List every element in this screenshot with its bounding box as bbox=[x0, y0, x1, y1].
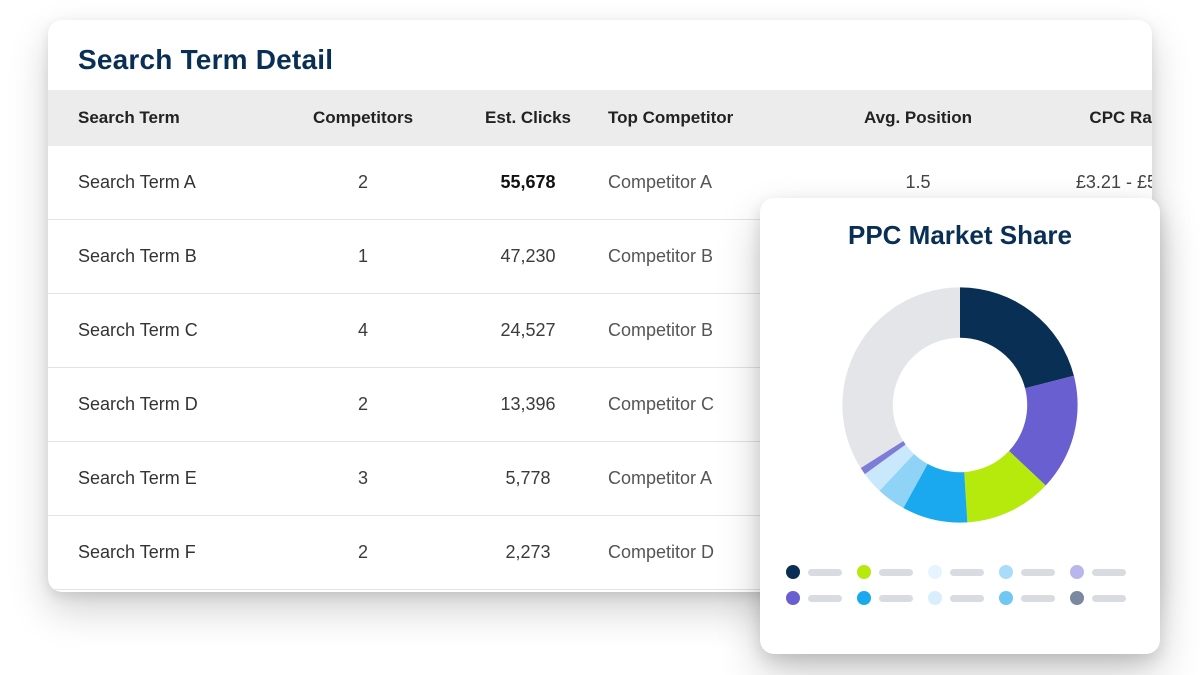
legend-swatch-icon bbox=[928, 591, 942, 605]
legend-label-placeholder bbox=[808, 569, 842, 576]
table-header-row: Search Term Competitors Est. Clicks Top … bbox=[48, 90, 1152, 146]
legend-label-placeholder bbox=[950, 595, 984, 602]
cell-competitors: 1 bbox=[278, 246, 448, 267]
cell-search-term: Search Term B bbox=[78, 246, 278, 267]
cell-search-term: Search Term D bbox=[78, 394, 278, 415]
legend-item[interactable] bbox=[1070, 565, 1134, 579]
ppc-market-share-card: PPC Market Share bbox=[760, 198, 1160, 654]
legend-item[interactable] bbox=[786, 591, 850, 605]
chart-legend bbox=[780, 565, 1140, 605]
legend-swatch-icon bbox=[928, 565, 942, 579]
legend-label-placeholder bbox=[1021, 595, 1055, 602]
col-header-competitors: Competitors bbox=[278, 108, 448, 128]
legend-label-placeholder bbox=[950, 569, 984, 576]
legend-item[interactable] bbox=[999, 565, 1063, 579]
cell-competitors: 2 bbox=[278, 542, 448, 563]
cell-search-term: Search Term A bbox=[78, 172, 278, 193]
cell-competitors: 2 bbox=[278, 394, 448, 415]
legend-swatch-icon bbox=[1070, 591, 1084, 605]
legend-label-placeholder bbox=[1092, 569, 1126, 576]
legend-swatch-icon bbox=[786, 591, 800, 605]
col-header-top-competitor: Top Competitor bbox=[608, 108, 828, 128]
cell-competitors: 3 bbox=[278, 468, 448, 489]
legend-swatch-icon bbox=[857, 565, 871, 579]
legend-label-placeholder bbox=[879, 595, 913, 602]
cell-est-clicks: 2,273 bbox=[448, 542, 608, 563]
cell-search-term: Search Term F bbox=[78, 542, 278, 563]
cell-competitors: 4 bbox=[278, 320, 448, 341]
legend-label-placeholder bbox=[1092, 595, 1126, 602]
donut-slice bbox=[960, 287, 1074, 388]
cell-est-clicks: 13,396 bbox=[448, 394, 608, 415]
cell-avg-position: 1.5 bbox=[828, 172, 1008, 193]
legend-label-placeholder bbox=[879, 569, 913, 576]
legend-swatch-icon bbox=[1070, 565, 1084, 579]
legend-item[interactable] bbox=[999, 591, 1063, 605]
cell-top-competitor: Competitor A bbox=[608, 172, 828, 193]
cell-est-clicks: 24,527 bbox=[448, 320, 608, 341]
legend-item[interactable] bbox=[928, 565, 992, 579]
cell-est-clicks: 55,678 bbox=[448, 172, 608, 193]
cell-search-term: Search Term C bbox=[78, 320, 278, 341]
col-header-avg-position: Avg. Position bbox=[828, 108, 1008, 128]
donut-slice bbox=[842, 287, 960, 468]
cell-search-term: Search Term E bbox=[78, 468, 278, 489]
legend-item[interactable] bbox=[857, 565, 921, 579]
legend-label-placeholder bbox=[808, 595, 842, 602]
legend-item[interactable] bbox=[857, 591, 921, 605]
legend-item[interactable] bbox=[1070, 591, 1134, 605]
legend-swatch-icon bbox=[857, 591, 871, 605]
legend-swatch-icon bbox=[999, 591, 1013, 605]
cell-est-clicks: 47,230 bbox=[448, 246, 608, 267]
legend-item[interactable] bbox=[928, 591, 992, 605]
donut-chart bbox=[820, 265, 1100, 545]
col-header-est-clicks: Est. Clicks bbox=[448, 108, 608, 128]
legend-swatch-icon bbox=[786, 565, 800, 579]
cell-est-clicks: 5,778 bbox=[448, 468, 608, 489]
legend-row bbox=[786, 591, 1134, 605]
legend-swatch-icon bbox=[999, 565, 1013, 579]
legend-item[interactable] bbox=[786, 565, 850, 579]
page-title: Search Term Detail bbox=[48, 44, 1152, 90]
col-header-cpc-range: CPC Range bbox=[1008, 108, 1152, 128]
legend-label-placeholder bbox=[1021, 569, 1055, 576]
chart-title: PPC Market Share bbox=[848, 220, 1072, 251]
cell-competitors: 2 bbox=[278, 172, 448, 193]
col-header-search-term: Search Term bbox=[78, 108, 278, 128]
cell-cpc-range: £3.21 - £5.84 bbox=[1008, 172, 1152, 193]
legend-row bbox=[786, 565, 1134, 579]
